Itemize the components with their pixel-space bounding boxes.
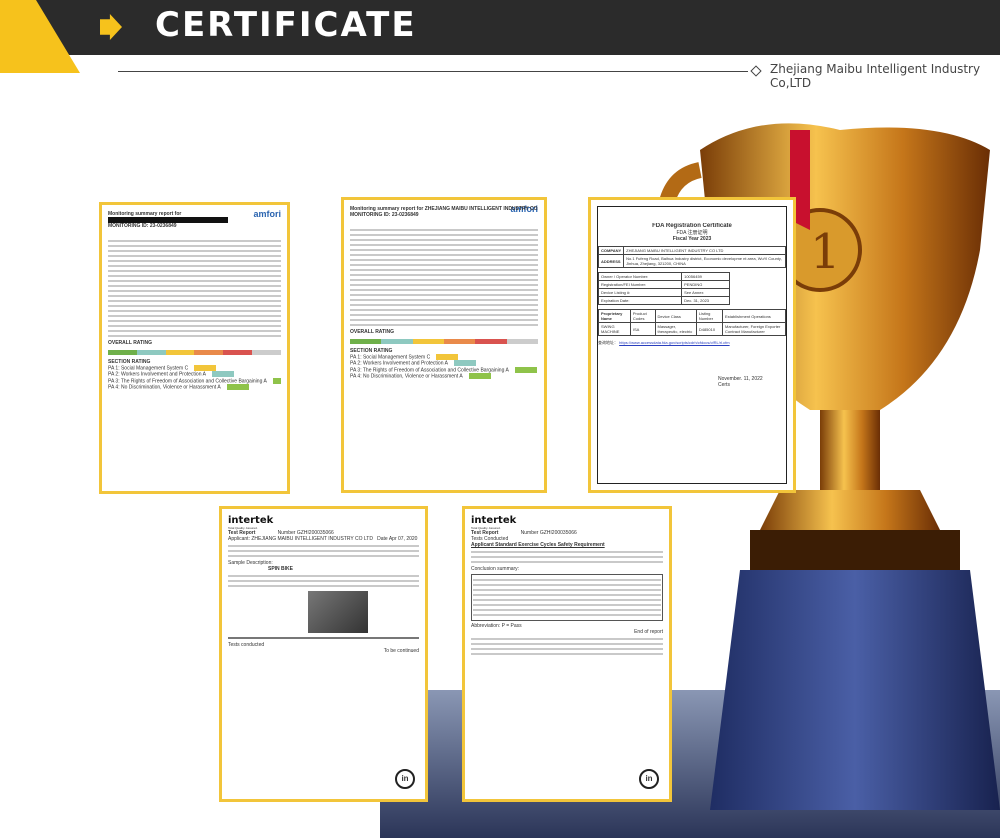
rating-bar [350, 339, 538, 344]
intertek-logo: intertek [228, 515, 274, 526]
divider [118, 71, 748, 72]
fda-sign: Certs [718, 382, 730, 388]
page-title: CERTIFICATE [155, 5, 417, 45]
header-bar [0, 0, 1000, 55]
fda-certificate: FDA Registration Certificate FDA 注册证明 Fi… [588, 197, 796, 493]
in-logo-icon: in [395, 769, 415, 789]
requirement: Applicant Standard Exercise Cycles Safet… [471, 542, 605, 548]
summary-title: Conclusion summary: [471, 566, 520, 572]
pa-row: PA 4: No Discrimination, Violence or Har… [108, 383, 281, 390]
fda-company-table: COMPANY ZHEJIANG MAIBU INTELLIGENT INDUST… [597, 246, 786, 268]
svg-text:1: 1 [810, 224, 841, 280]
amfori-report-2: amfori Monitoring summary report for ZHE… [341, 197, 547, 493]
applicant-row: Applicant: ZHEJIANG MAIBU INTELLIGENT IN… [228, 536, 418, 542]
end-of-report: End of report [634, 629, 663, 635]
summary-table [471, 574, 663, 621]
diamond-icon [750, 65, 762, 77]
fda-link[interactable]: 查询地址： https://www.accessdata.fda.gov/scr… [598, 340, 786, 346]
fda-id-table: Owner / Operator Number: 10056459 Registr… [597, 272, 730, 305]
amfori-report-1: amfori Monitoring summary report for MON… [99, 202, 290, 494]
item-name: SPIN BIKE [268, 566, 294, 572]
fda-device-table: Proprietary Name Product Codes Device Clas… [598, 309, 786, 336]
intertek-report-1: intertek Total Quality. Assured. Test Re… [219, 506, 428, 802]
overall-rating: OVERALL RATING [350, 329, 394, 335]
fda-subtitle: FDA 注册证明 [676, 230, 708, 236]
fda-year: Fiscal Year 2023 [672, 236, 712, 242]
intertek-report-2: intertek Total Quality. Assured. Test Re… [462, 506, 672, 802]
intertek-logo: intertek [471, 515, 517, 526]
rating-bar [108, 350, 281, 355]
company-name: Zhejiang Maibu Intelligent Industry Co,L… [770, 62, 981, 90]
bike-photo [308, 591, 368, 633]
overall-rating: OVERALL RATING [108, 340, 152, 346]
to-be-continued: To be continued [383, 648, 419, 654]
in-logo-icon: in [639, 769, 659, 789]
pa-row: PA 4: No Discrimination, Violence or Har… [350, 372, 538, 379]
